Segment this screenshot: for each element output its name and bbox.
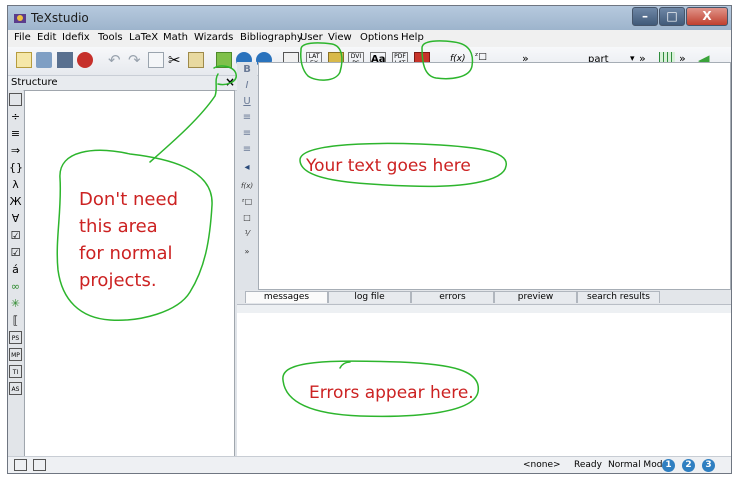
left-note-arrow [149,73,219,163]
left-annotation: Don't need this area for normal projects… [79,186,178,294]
left-annotation-line-3: for normal [79,243,173,264]
left-annotation-line-2: this area [79,216,158,237]
compile-circle [300,42,343,81]
errors-annotation: Errors appear here. [309,383,474,403]
left-annotation-line-4: projects. [79,270,157,291]
errors-note-tick [339,361,351,369]
pdf-circle [421,40,474,80]
left-annotation-line-1: Don't need [79,189,178,210]
editor-annotation: Your text goes here [306,156,471,176]
